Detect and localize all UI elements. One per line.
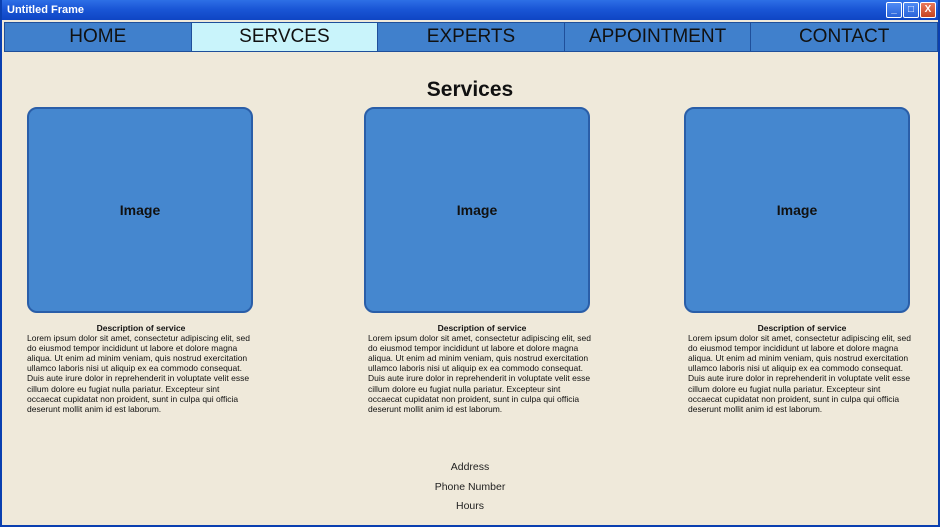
- service-image-2: Image: [364, 107, 590, 313]
- service-description-3: Description of service Lorem ipsum dolor…: [688, 323, 916, 414]
- nav-appointment[interactable]: APPOINTMENT: [564, 23, 752, 51]
- maximize-button[interactable]: □: [903, 2, 919, 18]
- service-desc-text: Lorem ipsum dolor sit amet, consectetur …: [688, 333, 911, 414]
- window-controls: _ □ X: [886, 2, 936, 18]
- image-placeholder-label: Image: [119, 202, 161, 218]
- page-title: Services: [426, 78, 514, 101]
- image-placeholder-label: Image: [776, 202, 818, 218]
- service-desc-title: Description of service: [757, 323, 847, 333]
- nav-services[interactable]: SERVCES: [191, 23, 379, 51]
- service-desc-text: Lorem ipsum dolor sit amet, consectetur …: [27, 333, 250, 414]
- service-desc-text: Lorem ipsum dolor sit amet, consectetur …: [368, 333, 591, 414]
- window-title: Untitled Frame: [7, 4, 85, 16]
- service-desc-title: Description of service: [96, 323, 186, 333]
- footer-phone: Phone Number: [434, 481, 506, 493]
- close-button[interactable]: X: [920, 2, 936, 18]
- minimize-button[interactable]: _: [886, 2, 902, 18]
- service-image-3: Image: [684, 107, 910, 313]
- service-description-1: Description of service Lorem ipsum dolor…: [27, 323, 255, 414]
- footer-address: Address: [450, 461, 490, 473]
- nav-home[interactable]: HOME: [5, 23, 192, 51]
- main-nav: HOME SERVCES EXPERTS APPOINTMENT CONTACT: [4, 22, 938, 52]
- service-description-2: Description of service Lorem ipsum dolor…: [368, 323, 596, 414]
- service-image-1: Image: [27, 107, 253, 313]
- footer-hours: Hours: [455, 500, 484, 512]
- nav-experts[interactable]: EXPERTS: [378, 23, 565, 51]
- title-bar[interactable]: Untitled Frame _ □ X: [2, 0, 938, 20]
- app-window: Untitled Frame _ □ X HOME SERVCES EXPERT…: [0, 0, 940, 527]
- service-desc-title: Description of service: [437, 323, 527, 333]
- nav-contact[interactable]: CONTACT: [751, 23, 937, 51]
- image-placeholder-label: Image: [456, 202, 498, 218]
